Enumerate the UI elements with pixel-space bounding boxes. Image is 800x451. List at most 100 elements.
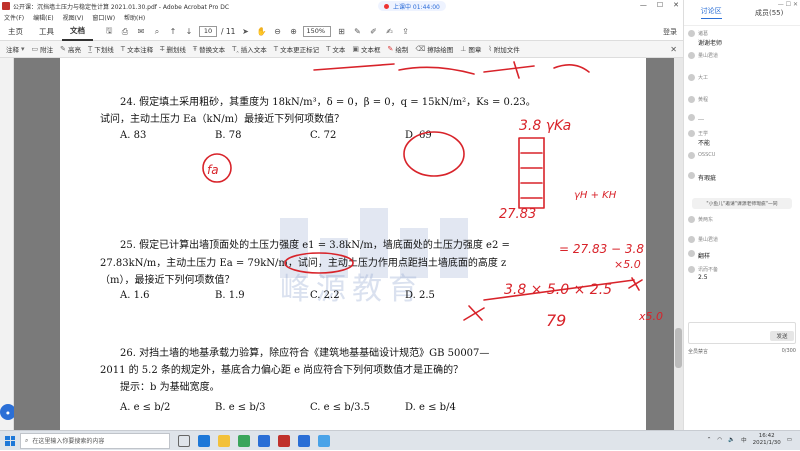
menu-window[interactable]: 窗口(W) (92, 13, 115, 22)
q25-line2: 27.83kN/m，主动土压力 Ea = 79kN/m，试问，主动土压力作用点距… (100, 258, 507, 269)
tab-discussion[interactable]: 讨论区 (700, 6, 722, 19)
print-icon[interactable]: ⎙ (119, 26, 131, 38)
page-number-input[interactable]: 10 (199, 26, 217, 37)
q26-option-a[interactable]: A. e ≤ b/2 (120, 402, 215, 413)
notification-icon[interactable]: ▭ (787, 437, 792, 443)
network-icon[interactable]: ◠ (717, 437, 722, 443)
share-icon[interactable]: ⇪ (399, 26, 411, 38)
comment-icon[interactable]: ✎ (351, 26, 363, 38)
task-view-icon[interactable] (178, 434, 190, 447)
menu-edit[interactable]: 编辑(E) (33, 13, 53, 22)
note-icon: ▭ (31, 45, 39, 53)
window-controls: — ☐ ✕ (640, 1, 679, 9)
menu-help[interactable]: 帮助(H) (124, 13, 145, 22)
avatar (688, 130, 695, 137)
q26-option-b[interactable]: B. e ≤ b/3 (215, 402, 310, 413)
q25-option-c[interactable]: C. 2.2 (310, 290, 405, 301)
acrobat-taskbar-icon[interactable] (278, 434, 290, 447)
chat-message: 诸葛 谢谢老师 (688, 30, 798, 47)
zoom-out-icon[interactable]: ⊖ (271, 26, 283, 38)
save-icon[interactable]: 🖫 (103, 26, 115, 38)
q24-line1: 24. 假定填土采用粗砂，其重度为 18kN/m³，δ = 0，β = 0，q … (120, 97, 536, 108)
q26-option-c[interactable]: C. e ≤ b/3.5 (310, 402, 405, 413)
tool-draw[interactable]: ✎ 绘制 (387, 44, 408, 54)
chat-footer: 全员禁言 0/300 (688, 348, 796, 356)
folder-icon[interactable] (218, 434, 230, 447)
q24-option-a[interactable]: A. 83 (120, 130, 215, 141)
q24-option-b[interactable]: B. 78 (215, 130, 310, 141)
document-scrollbar[interactable] (674, 58, 683, 430)
scrollbar-thumb[interactable] (675, 328, 682, 368)
maximize-icon[interactable]: ☐ (657, 1, 663, 9)
tool-attach[interactable]: ⌇ 附加文件 (488, 44, 519, 54)
annotate-menu[interactable]: 注释 ▾ (6, 44, 25, 54)
tool-replace-text[interactable]: Ŧ 替换文本 (193, 44, 225, 54)
prev-page-icon[interactable]: ↑ (167, 26, 179, 38)
chat-message: 黄两东 (688, 216, 798, 224)
edge-icon[interactable] (198, 434, 210, 447)
send-button[interactable]: 发送 (770, 331, 794, 341)
tool-erase[interactable]: ⌫ 擦除绘图 (415, 44, 453, 54)
sign-icon[interactable]: ✍ (383, 26, 395, 38)
chat-message: … (688, 114, 798, 122)
menu-file[interactable]: 文件(F) (4, 13, 24, 22)
chat-window-controls[interactable]: — ☐ ✕ (778, 1, 798, 8)
q24-option-c[interactable]: C. 72 (310, 130, 405, 141)
input-language[interactable]: 中 (741, 436, 747, 444)
menu-view[interactable]: 视图(V) (63, 13, 84, 22)
tool-text[interactable]: T 文本 (326, 44, 345, 54)
tray-chevron-icon[interactable]: ⌃ (707, 437, 712, 443)
tool-textbox[interactable]: ▣ 文本框 (352, 44, 380, 54)
tab-bar: 主页 工具 文档 🖫 ⎙ ✉ ⌕ ↑ ↓ 10 / 11 ➤ ✋ ⊖ ⊕ 150… (0, 23, 683, 41)
hand-icon[interactable]: ✋ (255, 26, 267, 38)
q26-option-d[interactable]: D. e ≤ b/4 (405, 402, 500, 413)
minimize-icon[interactable]: — (640, 1, 647, 9)
fit-page-icon[interactable]: ⊞ (335, 26, 347, 38)
start-button[interactable] (0, 431, 20, 451)
close-icon[interactable]: ✕ (673, 1, 679, 9)
chat-app-icon[interactable] (258, 434, 270, 447)
avatar (688, 216, 695, 223)
chat-message: OSSCU (688, 152, 798, 159)
text-icon: T (326, 45, 331, 53)
tab-document[interactable]: 文档 (62, 23, 93, 41)
tab-home[interactable]: 主页 (0, 23, 31, 41)
q25-option-a[interactable]: A. 1.6 (120, 290, 215, 301)
login-link[interactable]: 登录 (663, 27, 677, 37)
tool-sticky-note[interactable]: ▭ 附注 (32, 44, 54, 54)
zoom-in-icon[interactable]: ⊕ (287, 26, 299, 38)
mute-all-toggle[interactable]: 全员禁言 (688, 348, 708, 356)
volume-icon[interactable]: 🔈 (728, 437, 735, 443)
pen-icon[interactable]: ✐ (367, 26, 379, 38)
q24-option-d[interactable]: D. 69 (405, 130, 500, 141)
next-page-icon[interactable]: ↓ (183, 26, 195, 38)
tab-tools[interactable]: 工具 (31, 23, 62, 41)
chrome-icon[interactable] (238, 434, 250, 447)
tool-insert-text[interactable]: T‸ 插入文本 (232, 44, 267, 54)
q25-option-d[interactable]: D. 2.5 (405, 290, 500, 301)
cursor-icon[interactable]: ➤ (239, 26, 251, 38)
close-toolbar-icon[interactable]: ✕ (670, 45, 677, 54)
tool-stamp[interactable]: ⊥ 图章 (460, 44, 481, 54)
taskbar: ⌕ 在这里输入你要搜索的内容 ⌃ ◠ 🔈 中 16:42 2021/1/30 ▭ (0, 430, 800, 450)
q25-option-b[interactable]: B. 1.9 (215, 290, 310, 301)
zoom-select[interactable]: 150% (303, 26, 332, 37)
tool-strikethrough[interactable]: T̶ 删划线 (160, 44, 186, 54)
taskbar-search[interactable]: ⌕ 在这里输入你要搜索的内容 (20, 432, 170, 449)
word-icon[interactable] (298, 434, 310, 447)
q25-line3: （m），最接近下列何项数值？ (100, 275, 235, 286)
underline-icon: T̲ (88, 45, 93, 53)
app-icon[interactable] (318, 434, 330, 447)
mail-icon[interactable]: ✉ (135, 26, 147, 38)
menu-bar: 文件(F) 编辑(E) 视图(V) 窗口(W) 帮助(H) (0, 12, 683, 23)
tool-underline[interactable]: T̲ 下划线 (88, 44, 114, 54)
record-status[interactable]: 上课中 01:44:00 (378, 1, 446, 11)
avatar (688, 266, 695, 273)
tool-text-comment[interactable]: T 文本注释 (121, 44, 153, 54)
tool-highlight[interactable]: ✎ 高亮 (60, 44, 81, 54)
search-icon[interactable]: ⌕ (151, 26, 163, 38)
tool-text-edit[interactable]: T 文本更正标记 (274, 44, 319, 54)
q26-options: A. e ≤ b/2 B. e ≤ b/3 C. e ≤ b/3.5 D. e … (120, 402, 500, 413)
clock[interactable]: 16:42 2021/1/30 (753, 433, 781, 447)
tab-members[interactable]: 成员(55) (755, 8, 783, 18)
